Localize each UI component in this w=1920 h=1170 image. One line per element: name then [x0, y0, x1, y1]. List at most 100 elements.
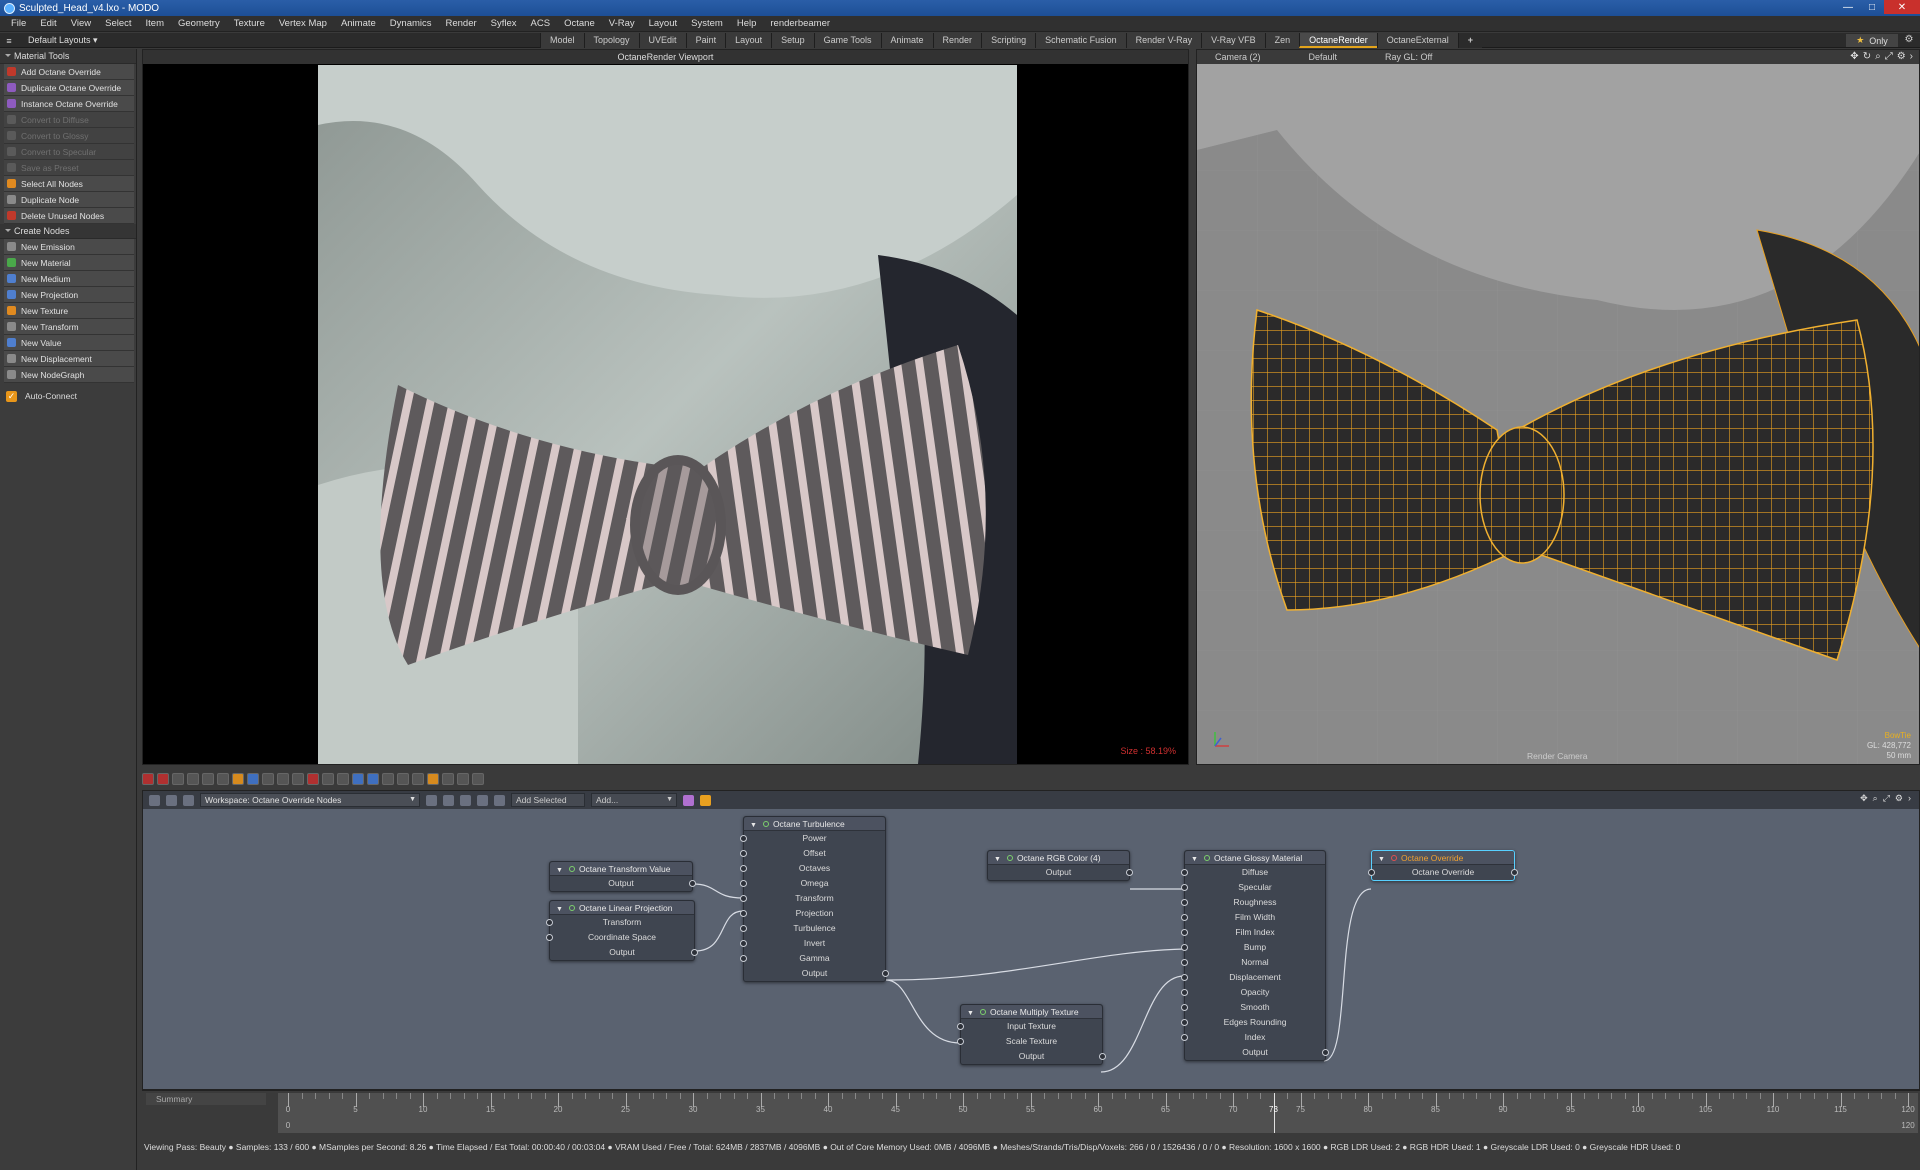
tab-octaneexternal[interactable]: OctaneExternal [1376, 33, 1458, 48]
tab-render[interactable]: Render [932, 33, 982, 48]
layout-selector[interactable]: ≡ Default Layouts ▾ [4, 33, 97, 48]
clear-icon[interactable] [307, 773, 319, 785]
cloud-icon[interactable] [457, 773, 469, 785]
maximize-button[interactable]: □ [1860, 0, 1884, 14]
input-port[interactable] [546, 919, 553, 926]
output-port[interactable] [1511, 869, 1518, 876]
tab-octanerender[interactable]: OctaneRender [1299, 33, 1377, 48]
pause-icon[interactable] [202, 773, 214, 785]
input-port[interactable] [1181, 1004, 1188, 1011]
new-material-button[interactable]: New Material [4, 255, 134, 271]
menu-help[interactable]: Help [730, 18, 764, 29]
menu-system[interactable]: System [684, 18, 730, 29]
menu-layout[interactable]: Layout [642, 18, 685, 29]
menu-edit[interactable]: Edit [33, 18, 63, 29]
new-transform-button[interactable]: New Transform [4, 319, 134, 335]
tab-scripting[interactable]: Scripting [981, 33, 1036, 48]
add-tab-button[interactable]: + [1457, 33, 1483, 48]
auto-connect-toggle[interactable]: ✓ Auto-Connect [0, 387, 136, 405]
input-port[interactable] [740, 865, 747, 872]
input-port[interactable] [1181, 884, 1188, 891]
node-octane-turbulence[interactable]: ▼ Octane Turbulence Power Offset Octaves … [740, 816, 889, 982]
timeline-summary-toggle[interactable]: Summary [146, 1093, 266, 1105]
menu-syflex[interactable]: Syflex [484, 18, 524, 29]
menu-vertex-map[interactable]: Vertex Map [272, 18, 334, 29]
minimize-button[interactable]: — [1836, 0, 1860, 14]
play-icon[interactable] [172, 773, 184, 785]
output-port[interactable] [1126, 869, 1133, 876]
node-header[interactable]: ▼ Octane Override [1372, 851, 1514, 865]
input-port[interactable] [1181, 899, 1188, 906]
output-port[interactable] [691, 949, 698, 956]
input-port[interactable] [1181, 989, 1188, 996]
node-octane-override[interactable]: ▼ Octane Override Octane Override [1368, 850, 1518, 881]
output-port[interactable] [1322, 1049, 1329, 1056]
menu-renderbeamer[interactable]: renderbeamer [763, 18, 837, 29]
input-port[interactable] [1181, 974, 1188, 981]
input-port[interactable] [1181, 959, 1188, 966]
tab-animate[interactable]: Animate [880, 33, 933, 48]
save-image-icon[interactable] [352, 773, 364, 785]
console-icon[interactable] [397, 773, 409, 785]
hamburger-icon[interactable]: ≡ [4, 36, 14, 46]
menu-select[interactable]: Select [98, 18, 138, 29]
duplicate-octane-override-button[interactable]: Duplicate Octane Override [4, 80, 134, 96]
color-icon[interactable] [427, 773, 439, 785]
output-port[interactable] [882, 970, 889, 977]
chevron-right-icon[interactable]: › [1910, 51, 1913, 62]
node-header[interactable]: ▼ Octane Turbulence [744, 817, 885, 831]
save-as-preset-button[interactable]: Save as Preset [4, 160, 134, 176]
node-octane-rgb-color[interactable]: ▼ Octane RGB Color (4) Output [987, 850, 1133, 881]
input-port[interactable] [1181, 944, 1188, 951]
gear-icon[interactable]: ⚙ [1897, 51, 1906, 62]
menu-dynamics[interactable]: Dynamics [383, 18, 439, 29]
tab-layout[interactable]: Layout [725, 33, 772, 48]
node-header[interactable]: ▼ Octane RGB Color (4) [988, 851, 1129, 865]
camera-selector[interactable]: Camera (2) [1215, 52, 1261, 62]
menu-vray[interactable]: V-Ray [602, 18, 642, 29]
maximize-icon[interactable]: ⤢ [1885, 51, 1893, 62]
tab-zen[interactable]: Zen [1264, 33, 1300, 48]
node-octane-multiply-texture[interactable]: ▼ Octane Multiply Texture Input Texture S… [957, 1004, 1106, 1065]
menu-file[interactable]: File [4, 18, 33, 29]
rendered-image[interactable] [318, 65, 1017, 764]
shading-selector[interactable]: Default [1309, 52, 1338, 62]
input-port[interactable] [1181, 869, 1188, 876]
new-texture-button[interactable]: New Texture [4, 303, 134, 319]
menu-texture[interactable]: Texture [227, 18, 272, 29]
settings-icon[interactable] [412, 773, 424, 785]
input-port[interactable] [740, 850, 747, 857]
convert-to-specular-button[interactable]: Convert to Specular [4, 144, 134, 160]
input-port[interactable] [1181, 1034, 1188, 1041]
octane-render-viewport[interactable]: OctaneRender Viewport Size: 58.19% [142, 49, 1189, 765]
input-port[interactable] [740, 895, 747, 902]
gear-icon[interactable]: ⚙ [1902, 34, 1916, 47]
menu-octane[interactable]: Octane [557, 18, 602, 29]
timeline-ruler[interactable]: 0 5 10 15 20 25 30 35 40 45 50 55 60 65 70 75 80 85 90 95 10… [278, 1093, 1918, 1133]
raygl-toggle[interactable]: Ray GL: Off [1385, 52, 1432, 62]
layers-icon[interactable] [382, 773, 394, 785]
info-icon[interactable] [442, 773, 454, 785]
tab-vray-vfb[interactable]: V-Ray VFB [1201, 33, 1265, 48]
input-port[interactable] [740, 925, 747, 932]
restart-icon[interactable] [187, 773, 199, 785]
node-octane-glossy-material[interactable]: ▼ Octane Glossy Material Diffuse Specular… [1181, 850, 1329, 1061]
region-icon[interactable] [217, 773, 229, 785]
sphere-icon[interactable] [367, 773, 379, 785]
instance-octane-override-button[interactable]: Instance Octane Override [4, 96, 134, 112]
node-octane-transform-value[interactable]: ▼ Octane Transform Value Output [549, 861, 696, 892]
add-octane-override-button[interactable]: Add Octane Override [4, 64, 134, 80]
tab-uvedit[interactable]: UVEdit [638, 33, 686, 48]
node-header[interactable]: ▼ Octane Linear Projection [550, 901, 694, 915]
input-port[interactable] [1181, 929, 1188, 936]
node-octane-linear-projection[interactable]: ▼ Octane Linear Projection Transform Coor… [546, 900, 698, 961]
close-button[interactable]: ✕ [1884, 0, 1920, 14]
timeline[interactable]: Summary 0 5 10 15 20 25 30 35 40 45 50 55 60 65 70 75 80… [142, 1090, 1920, 1134]
new-nodegraph-button[interactable]: New NodeGraph [4, 367, 134, 383]
tab-model[interactable]: Model [540, 33, 584, 48]
input-port[interactable] [740, 835, 747, 842]
record-icon[interactable] [157, 773, 169, 785]
tab-schematic-fusion[interactable]: Schematic Fusion [1035, 33, 1126, 48]
input-port[interactable] [546, 934, 553, 941]
input-port[interactable] [740, 955, 747, 962]
